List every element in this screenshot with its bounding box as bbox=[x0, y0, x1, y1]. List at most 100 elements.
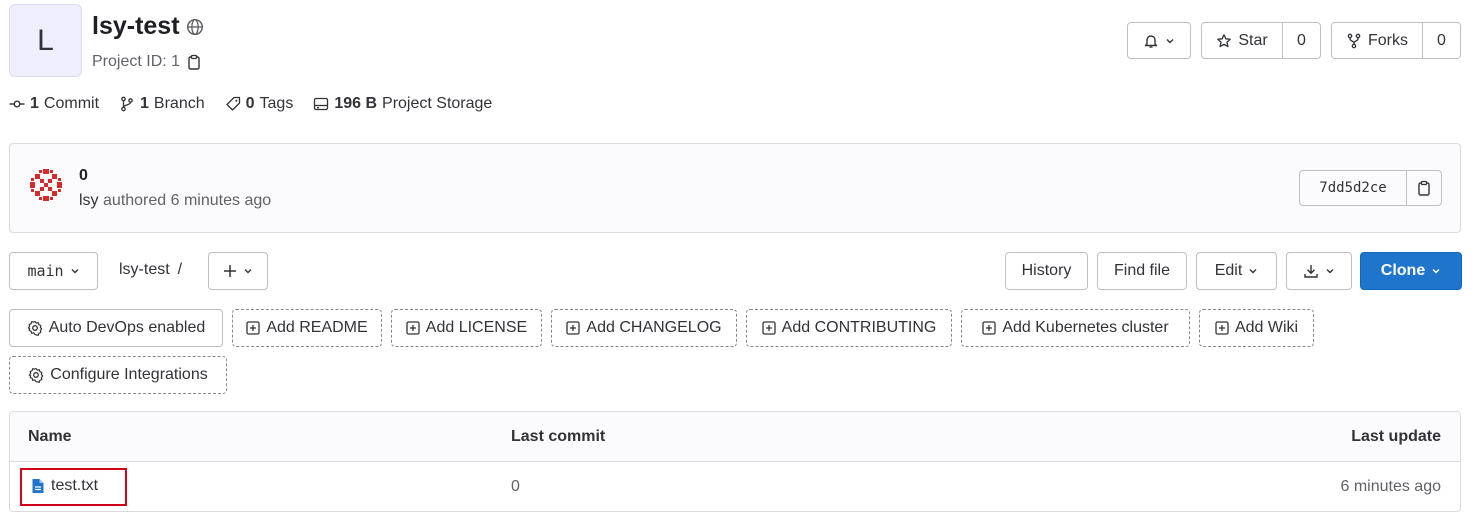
branch-selector[interactable]: main bbox=[9, 252, 98, 290]
breadcrumb-separator: / bbox=[177, 261, 183, 278]
breadcrumb: lsy-test / bbox=[119, 261, 182, 279]
copy-sha-button[interactable] bbox=[1406, 170, 1442, 206]
download-icon bbox=[1303, 263, 1319, 279]
download-dropdown[interactable] bbox=[1286, 252, 1352, 290]
add-contributing-label: Add CONTRIBUTING bbox=[781, 319, 937, 336]
add-license-button[interactable]: Add LICENSE bbox=[391, 309, 542, 347]
project-id-label: Project ID: 1 bbox=[92, 53, 181, 70]
chevron-down-icon bbox=[70, 266, 80, 276]
plus-square-icon bbox=[982, 321, 996, 335]
file-tree-table: Name Last commit Last update test.txt 0 … bbox=[9, 411, 1461, 512]
chevron-down-icon bbox=[1431, 266, 1441, 276]
tag-icon bbox=[225, 96, 241, 112]
plus-square-icon bbox=[566, 321, 581, 335]
header-last-commit: Last commit bbox=[511, 428, 606, 445]
chevron-down-icon bbox=[1325, 266, 1335, 276]
plus-square-icon bbox=[246, 321, 260, 335]
project-id: Project ID: 1 bbox=[92, 53, 202, 71]
add-kubernetes-cluster-button[interactable]: Add Kubernetes cluster bbox=[961, 309, 1190, 347]
commit-time: authored 6 minutes ago bbox=[103, 192, 272, 209]
edit-label: Edit bbox=[1214, 262, 1243, 279]
plus-square-icon bbox=[406, 321, 420, 335]
fork-icon bbox=[1346, 33, 1362, 49]
copy-icon[interactable] bbox=[186, 54, 202, 70]
globe-icon bbox=[186, 18, 204, 36]
settings-icon bbox=[28, 367, 44, 383]
storage-label: Project Storage bbox=[382, 95, 493, 112]
branch-icon bbox=[119, 96, 135, 112]
add-kubernetes-cluster-label: Add Kubernetes cluster bbox=[1002, 319, 1169, 336]
file-last-update: 6 minutes ago bbox=[1340, 478, 1441, 495]
plus-icon bbox=[223, 264, 237, 278]
add-readme-label: Add README bbox=[266, 319, 368, 336]
settings-icon bbox=[27, 320, 43, 336]
add-license-label: Add LICENSE bbox=[425, 319, 528, 336]
plus-square-icon bbox=[1215, 321, 1229, 335]
commit-meta: lsy authored 6 minutes ago bbox=[79, 192, 271, 210]
chevron-down-icon bbox=[1248, 266, 1258, 276]
add-contributing-button[interactable]: Add CONTRIBUTING bbox=[746, 309, 952, 347]
star-icon bbox=[1216, 33, 1232, 49]
breadcrumb-root[interactable]: lsy-test bbox=[119, 261, 170, 279]
star-label: Star bbox=[1238, 31, 1268, 49]
tags-label: Tags bbox=[259, 95, 294, 112]
clone-label: Clone bbox=[1380, 262, 1426, 279]
configure-integrations-label: Configure Integrations bbox=[50, 366, 208, 383]
project-name[interactable]: lsy-test bbox=[92, 12, 180, 41]
star-count[interactable]: 0 bbox=[1283, 22, 1321, 59]
last-commit-panel bbox=[9, 143, 1461, 233]
bell-icon bbox=[1143, 33, 1159, 49]
commit-author[interactable]: lsy bbox=[79, 192, 99, 209]
commit-title[interactable]: 0 bbox=[79, 167, 88, 185]
tags-stat[interactable]: 0 Tags bbox=[225, 95, 294, 113]
add-readme-button[interactable]: Add README bbox=[232, 309, 382, 347]
forks-count[interactable]: 0 bbox=[1423, 22, 1461, 59]
header-last-update: Last update bbox=[1351, 428, 1441, 445]
add-wiki-button[interactable]: Add Wiki bbox=[1199, 309, 1314, 347]
branch-name: main bbox=[27, 262, 64, 280]
storage-icon bbox=[313, 96, 329, 112]
project-stats: 1 Commit 1 Branch 0 Tags 196 B Project S… bbox=[9, 95, 492, 113]
add-to-tree-dropdown[interactable] bbox=[208, 252, 268, 290]
add-wiki-label: Add Wiki bbox=[1234, 319, 1299, 336]
commits-count: 1 bbox=[30, 95, 39, 112]
header-name: Name bbox=[28, 428, 72, 445]
commits-stat[interactable]: 1 Commit bbox=[9, 95, 99, 113]
storage-size: 196 B bbox=[334, 95, 378, 112]
plus-square-icon bbox=[762, 321, 776, 335]
configure-integrations-button[interactable]: Configure Integrations bbox=[9, 356, 227, 394]
branches-label: Branch bbox=[153, 95, 205, 112]
star-count-value: 0 bbox=[1297, 31, 1306, 49]
auto-devops-label: Auto DevOps enabled bbox=[48, 319, 206, 336]
commit-sha[interactable]: 7dd5d2ce bbox=[1299, 170, 1407, 206]
branches-count: 1 bbox=[140, 95, 149, 112]
star-button[interactable]: Star bbox=[1201, 22, 1283, 59]
auto-devops-button[interactable]: Auto DevOps enabled bbox=[9, 309, 223, 347]
table-header: Name Last commit Last update bbox=[10, 412, 1460, 462]
commits-label: Commit bbox=[43, 95, 100, 112]
clone-dropdown[interactable]: Clone bbox=[1360, 252, 1462, 290]
forks-label: Forks bbox=[1368, 31, 1408, 49]
highlight-annotation bbox=[20, 468, 127, 506]
add-changelog-label: Add CHANGELOG bbox=[586, 319, 722, 336]
file-last-commit[interactable]: 0 bbox=[511, 478, 520, 496]
author-avatar[interactable] bbox=[28, 167, 64, 203]
notifications-dropdown[interactable] bbox=[1127, 22, 1191, 59]
edit-dropdown[interactable]: Edit bbox=[1196, 252, 1277, 290]
history-button[interactable]: History bbox=[1005, 252, 1088, 290]
project-avatar: L bbox=[9, 4, 82, 77]
branches-stat[interactable]: 1 Branch bbox=[119, 95, 205, 113]
forks-count-value: 0 bbox=[1437, 31, 1446, 49]
find-file-button[interactable]: Find file bbox=[1097, 252, 1187, 290]
commit-icon bbox=[9, 96, 25, 112]
table-row[interactable]: test.txt 0 6 minutes ago bbox=[10, 462, 1460, 511]
tags-count: 0 bbox=[245, 95, 255, 112]
add-changelog-button[interactable]: Add CHANGELOG bbox=[551, 309, 737, 347]
project-title: lsy-test bbox=[92, 12, 204, 41]
copy-icon bbox=[1416, 180, 1432, 196]
chevron-down-icon bbox=[243, 266, 253, 276]
storage-stat[interactable]: 196 B Project Storage bbox=[313, 95, 492, 113]
chevron-down-icon bbox=[1165, 36, 1175, 46]
forks-button[interactable]: Forks bbox=[1331, 22, 1423, 59]
project-avatar-letter: L bbox=[37, 23, 54, 57]
